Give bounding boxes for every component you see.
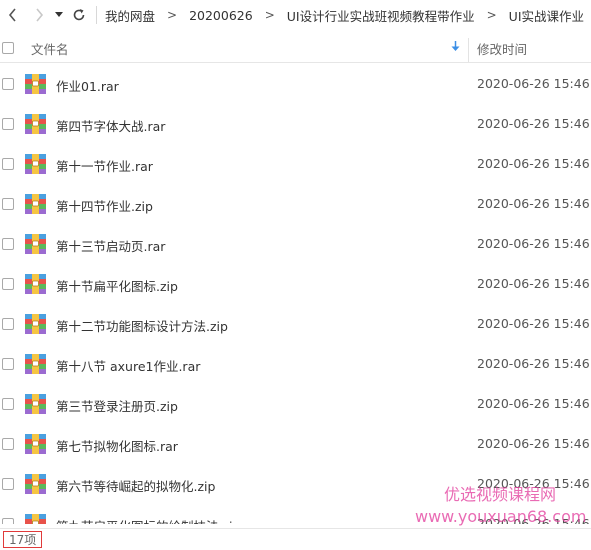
column-divider[interactable] bbox=[468, 38, 469, 62]
navigation-toolbar: 我的网盘 > 20200626 > UI设计行业实战班视频教程带作业 > UI实… bbox=[0, 0, 591, 30]
file-row[interactable]: 第十四节作业.zip 2020-06-26 15:46 bbox=[0, 184, 591, 224]
file-modified-time: 2020-06-26 15:46 bbox=[477, 196, 590, 211]
watermark-line1: 优选视频课程网 bbox=[443, 485, 556, 504]
status-bar: 17项 bbox=[0, 528, 591, 550]
archive-file-icon bbox=[25, 354, 46, 374]
breadcrumb-item-course-folder[interactable]: UI设计行业实战班视频教程带作业 bbox=[285, 6, 477, 25]
archive-file-icon bbox=[25, 434, 46, 454]
file-modified-time: 2020-06-26 15:46 bbox=[477, 436, 590, 451]
file-name[interactable]: 作业01.rar bbox=[56, 76, 119, 95]
chevron-right-icon[interactable] bbox=[26, 0, 52, 30]
file-row[interactable]: 作业01.rar 2020-06-26 15:46 bbox=[0, 64, 591, 104]
breadcrumb-item-date-folder[interactable]: 20200626 bbox=[187, 8, 255, 23]
row-checkbox[interactable] bbox=[2, 278, 14, 290]
row-checkbox[interactable] bbox=[2, 158, 14, 170]
file-row[interactable]: 第十节扁平化图标.zip 2020-06-26 15:46 bbox=[0, 264, 591, 304]
row-checkbox[interactable] bbox=[2, 398, 14, 410]
file-name[interactable]: 第十二节功能图标设计方法.zip bbox=[56, 316, 228, 335]
breadcrumb-item-current-folder[interactable]: UI实战课作业 bbox=[507, 6, 586, 25]
file-row[interactable]: 第十八节 axure1作业.rar 2020-06-26 15:46 bbox=[0, 344, 591, 384]
breadcrumb-arrow-icon: > bbox=[264, 8, 275, 22]
archive-file-icon bbox=[25, 74, 46, 94]
archive-file-icon bbox=[25, 394, 46, 414]
file-row[interactable]: 第十二节功能图标设计方法.zip 2020-06-26 15:46 bbox=[0, 304, 591, 344]
file-name[interactable]: 第四节字体大战.rar bbox=[56, 116, 165, 135]
breadcrumb: 我的网盘 > 20200626 > UI设计行业实战班视频教程带作业 > UI实… bbox=[103, 6, 586, 25]
archive-file-icon bbox=[25, 474, 46, 494]
breadcrumb-arrow-icon: > bbox=[486, 8, 497, 22]
row-checkbox[interactable] bbox=[2, 118, 14, 130]
file-name[interactable]: 第九节扁平化图标的绘制技法.zip bbox=[56, 516, 240, 524]
file-name[interactable]: 第十三节启动页.rar bbox=[56, 236, 165, 255]
sort-down-arrow-icon[interactable] bbox=[451, 41, 460, 55]
archive-file-icon bbox=[25, 154, 46, 174]
archive-file-icon bbox=[25, 234, 46, 254]
file-row[interactable]: 第七节拟物化图标.rar 2020-06-26 15:46 bbox=[0, 424, 591, 464]
row-checkbox[interactable] bbox=[2, 438, 14, 450]
select-all-checkbox[interactable] bbox=[2, 42, 14, 54]
row-checkbox[interactable] bbox=[2, 318, 14, 330]
caret-down-icon[interactable] bbox=[52, 0, 66, 30]
column-header-modified-time[interactable]: 修改时间 bbox=[477, 39, 527, 58]
file-modified-time: 2020-06-26 15:46 bbox=[477, 236, 590, 251]
row-checkbox[interactable] bbox=[2, 198, 14, 210]
file-name[interactable]: 第十节扁平化图标.zip bbox=[56, 276, 178, 295]
file-name[interactable]: 第十一节作业.rar bbox=[56, 156, 153, 175]
archive-file-icon bbox=[25, 314, 46, 334]
row-checkbox[interactable] bbox=[2, 238, 14, 250]
file-list: 作业01.rar 2020-06-26 15:46 第四节字体大战.rar 2020-… bbox=[0, 64, 591, 524]
file-name[interactable]: 第十八节 axure1作业.rar bbox=[56, 356, 200, 375]
refresh-icon[interactable] bbox=[66, 0, 92, 30]
row-checkbox[interactable] bbox=[2, 358, 14, 370]
item-count: 17项 bbox=[3, 531, 43, 548]
file-row[interactable]: 第三节登录注册页.zip 2020-06-26 15:46 bbox=[0, 384, 591, 424]
column-header-filename[interactable]: 文件名 bbox=[31, 39, 69, 58]
toolbar-divider bbox=[96, 6, 97, 24]
watermark-line2: www.youxuan68.com bbox=[415, 507, 587, 526]
breadcrumb-item-my-drive[interactable]: 我的网盘 bbox=[103, 6, 157, 25]
file-row[interactable]: 第十三节启动页.rar 2020-06-26 15:46 bbox=[0, 224, 591, 264]
file-list-header: 文件名 修改时间 bbox=[0, 34, 591, 63]
file-row[interactable]: 第四节字体大战.rar 2020-06-26 15:46 bbox=[0, 104, 591, 144]
file-modified-time: 2020-06-26 15:46 bbox=[477, 116, 590, 131]
file-modified-time: 2020-06-26 15:46 bbox=[477, 356, 590, 371]
chevron-left-icon[interactable] bbox=[0, 0, 26, 30]
archive-file-icon bbox=[25, 514, 46, 524]
file-modified-time: 2020-06-26 15:46 bbox=[477, 396, 590, 411]
archive-file-icon bbox=[25, 274, 46, 294]
file-modified-time: 2020-06-26 15:46 bbox=[477, 276, 590, 291]
archive-file-icon bbox=[25, 194, 46, 214]
file-modified-time: 2020-06-26 15:46 bbox=[477, 76, 590, 91]
row-checkbox[interactable] bbox=[2, 78, 14, 90]
file-name[interactable]: 第三节登录注册页.zip bbox=[56, 396, 178, 415]
watermark: 优选视频课程网 www.youxuan68.com bbox=[415, 484, 587, 528]
file-name[interactable]: 第七节拟物化图标.rar bbox=[56, 436, 178, 455]
file-row[interactable]: 第十一节作业.rar 2020-06-26 15:46 bbox=[0, 144, 591, 184]
row-checkbox[interactable] bbox=[2, 478, 14, 490]
breadcrumb-arrow-icon: > bbox=[167, 8, 178, 22]
file-modified-time: 2020-06-26 15:46 bbox=[477, 316, 590, 331]
archive-file-icon bbox=[25, 114, 46, 134]
file-name[interactable]: 第十四节作业.zip bbox=[56, 196, 153, 215]
file-modified-time: 2020-06-26 15:46 bbox=[477, 156, 590, 171]
file-name[interactable]: 第六节等待崛起的拟物化.zip bbox=[56, 476, 215, 495]
row-checkbox[interactable] bbox=[2, 518, 14, 524]
